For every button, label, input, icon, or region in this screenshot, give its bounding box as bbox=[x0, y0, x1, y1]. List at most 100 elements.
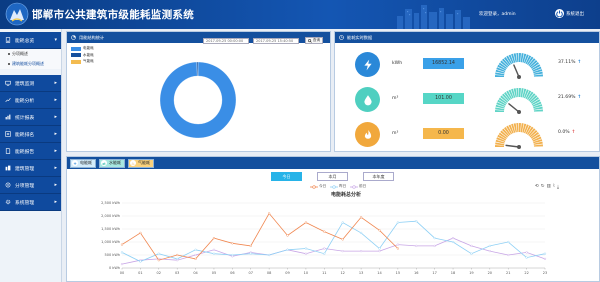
tab-label: 电能耗 bbox=[80, 160, 92, 165]
sidebar-item-label: 系统管理 bbox=[15, 200, 35, 206]
y-tick-label: 500 kWh bbox=[105, 253, 121, 257]
x-tick-label: 11 bbox=[322, 271, 326, 275]
y-tick-label: 1,000 kWh bbox=[101, 240, 120, 244]
period-today-button[interactable]: 今日 bbox=[271, 172, 302, 181]
sidebar-subitem-building-summary[interactable]: 建筑能耗分项概述 bbox=[0, 59, 61, 69]
y-tick-label: 2,500 kWh bbox=[101, 201, 120, 205]
change-percent: 37.11% ↑ bbox=[558, 60, 581, 65]
sidebar-item-system[interactable]: 系统管理 ▸ bbox=[0, 194, 61, 211]
data-point bbox=[341, 249, 344, 253]
data-point bbox=[488, 249, 491, 253]
x-tick-label: 22 bbox=[524, 271, 528, 275]
x-tick-label: 18 bbox=[451, 271, 455, 275]
water-drop-icon bbox=[355, 87, 380, 112]
report-icon bbox=[5, 114, 11, 120]
tab-gas[interactable]: ♨ 气能耗 bbox=[128, 158, 154, 168]
pie-legend: 电能耗 水能耗 气能耗 bbox=[71, 46, 94, 66]
exit-button[interactable]: 系统退出 bbox=[555, 9, 584, 18]
energy-tab-strip: + 电能耗 ⇄ 水能耗 ♨ 气能耗 bbox=[67, 157, 599, 169]
chevron-right-icon: ▸ bbox=[54, 131, 57, 137]
plus-icon: + bbox=[72, 160, 78, 166]
flame-icon: ♨ bbox=[130, 160, 136, 166]
subitem-icon bbox=[5, 182, 11, 188]
legend-swatch bbox=[71, 59, 81, 64]
legend-swatch bbox=[71, 53, 81, 58]
data-point bbox=[139, 231, 142, 234]
realtime-row: m³ 0.00 0.0% ↑ bbox=[335, 116, 600, 156]
sidebar-subitem-summary[interactable]: 分项概述 bbox=[0, 49, 61, 59]
chevron-right-icon: ▸ bbox=[54, 165, 57, 171]
legend-label: 今日 bbox=[319, 184, 327, 188]
sidebar-item-report[interactable]: 统计报表 ▸ bbox=[0, 109, 61, 126]
sidebar-subitem-label: 建筑能耗分项概述 bbox=[12, 61, 44, 66]
search-button[interactable]: 查询 bbox=[305, 37, 323, 44]
data-point bbox=[341, 238, 344, 241]
restore-icon[interactable]: ⟲ bbox=[535, 184, 539, 190]
gauge-segment bbox=[495, 109, 505, 112]
legend-label: 电能耗 bbox=[83, 46, 94, 50]
sidebar-item-subitem[interactable]: 分项管理 ▸ bbox=[0, 177, 61, 194]
search-label: 查询 bbox=[312, 38, 321, 42]
gauge-segment bbox=[519, 88, 522, 98]
logo-icon bbox=[5, 2, 29, 26]
sidebar-item-doc[interactable]: 能耗报告 ▸ bbox=[0, 143, 61, 160]
data-point bbox=[543, 257, 547, 260]
data-point bbox=[249, 252, 252, 255]
legend-item[interactable]: 气能耗 bbox=[71, 59, 94, 64]
sidebar-item-overview[interactable]: 能耗总览 ▾ bbox=[0, 32, 61, 49]
data-point bbox=[304, 221, 308, 224]
data-point bbox=[304, 252, 308, 255]
chart-legend-item[interactable]: 昨日 bbox=[330, 184, 346, 189]
data-point bbox=[470, 244, 473, 247]
bar-icon[interactable]: ▥ bbox=[547, 184, 551, 190]
chevron-right-icon: ▸ bbox=[54, 182, 57, 188]
data-point bbox=[286, 234, 289, 237]
period-year-button[interactable]: 本年度 bbox=[363, 172, 394, 181]
refresh-icon[interactable]: ↻ bbox=[541, 184, 545, 190]
data-point bbox=[359, 249, 363, 253]
settings-icon bbox=[5, 199, 11, 205]
legend-item[interactable]: 水能耗 bbox=[71, 53, 94, 58]
data-point bbox=[120, 262, 124, 266]
y-tick-label: 2,000 kWh bbox=[101, 214, 120, 218]
sidebar-item-label: 能耗排名 bbox=[15, 132, 35, 138]
data-point bbox=[120, 243, 124, 246]
data-point bbox=[212, 252, 216, 255]
tab-electricity[interactable]: + 电能耗 bbox=[70, 158, 96, 168]
building-mgmt-icon bbox=[5, 165, 11, 171]
data-point bbox=[433, 244, 436, 247]
x-tick-label: 08 bbox=[267, 271, 271, 275]
search-icon bbox=[308, 38, 312, 43]
sidebar-item-rank[interactable]: 能耗排名 ▸ bbox=[0, 126, 61, 143]
data-point bbox=[268, 253, 271, 257]
bullet-icon bbox=[8, 53, 10, 55]
data-point bbox=[415, 220, 418, 223]
data-point bbox=[268, 212, 271, 215]
data-point bbox=[194, 257, 197, 260]
date-to-input[interactable]: 2017-09-25 15:40:50 bbox=[253, 38, 299, 44]
chart-legend-item[interactable]: 前日 bbox=[350, 184, 366, 189]
line-icon[interactable]: ⌇ bbox=[553, 184, 555, 190]
bullet-icon bbox=[8, 63, 10, 65]
sidebar-item-analysis[interactable]: 能耗分析 ▸ bbox=[0, 92, 61, 109]
x-tick-label: 10 bbox=[304, 271, 308, 275]
legend-item[interactable]: 电能耗 bbox=[71, 46, 94, 51]
data-point bbox=[194, 253, 197, 257]
line-chart: 0 kWh 500 kWh 1,000 kWh 1,500 kWh 2,000 kWh 2… bbox=[101, 201, 547, 275]
period-month-button[interactable]: 本月 bbox=[317, 172, 348, 181]
tab-label: 气能耗 bbox=[138, 160, 150, 165]
data-point bbox=[176, 253, 179, 257]
date-from-input[interactable]: 2017-09-25 00:00:00 bbox=[203, 38, 249, 44]
gauge-hub bbox=[517, 145, 521, 149]
sidebar-subitem-label: 分项概述 bbox=[12, 51, 28, 56]
panel-title: 能耗实时数据 bbox=[347, 34, 373, 40]
sidebar-item-label: 统计报表 bbox=[15, 115, 35, 121]
tab-water[interactable]: ⇄ 水能耗 bbox=[99, 158, 125, 168]
gauge bbox=[495, 53, 543, 79]
energy-structure-panel: 用能结构统计 2017-09-25 00:00:00 2017-09-25 15… bbox=[66, 31, 331, 152]
chart-toolbox: ⟲ ↻ ▥ ⌇ ⤓ bbox=[535, 184, 559, 190]
chart-legend-item[interactable]: 今日 bbox=[310, 184, 326, 189]
sidebar-item-building-mgmt[interactable]: 建筑管理 ▸ bbox=[0, 160, 61, 177]
sidebar-item-monitor[interactable]: 建筑监测 ▸ bbox=[0, 75, 61, 92]
save-icon[interactable]: ⤓ bbox=[557, 184, 559, 190]
